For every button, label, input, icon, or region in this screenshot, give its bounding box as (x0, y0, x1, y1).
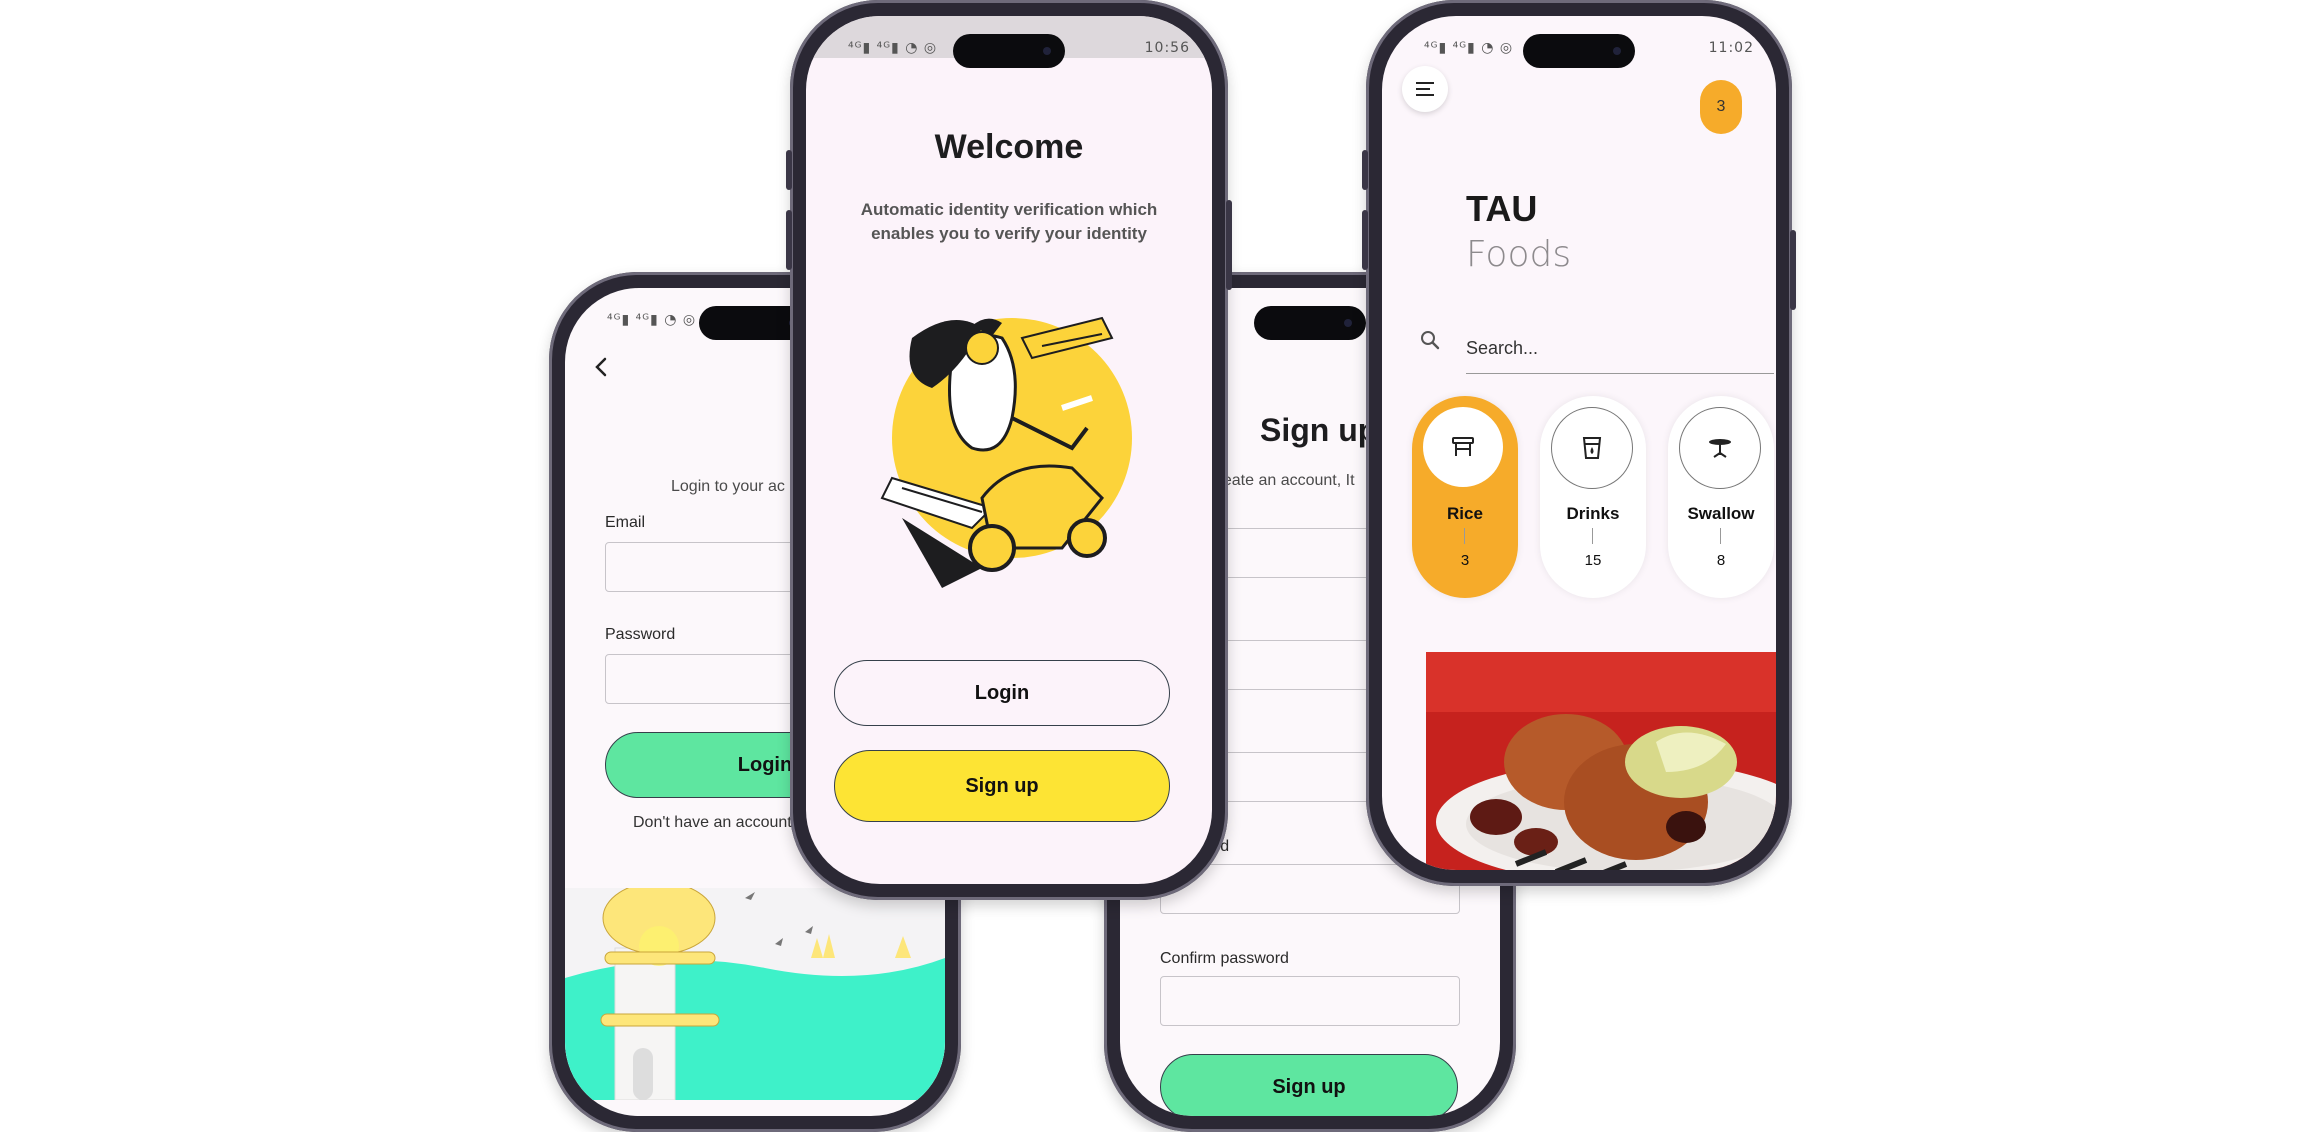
category-count: 15 (1584, 552, 1602, 569)
login-button[interactable]: Login (834, 660, 1170, 726)
no-account-text: Don't have an account (633, 814, 792, 831)
category-card-rice[interactable]: Rice 3 (1412, 396, 1518, 598)
email-label: Email (605, 514, 646, 531)
category-icon-circle (1423, 407, 1503, 487)
password-label: Password (605, 626, 676, 643)
page-title: Welcome (934, 128, 1084, 166)
confirm-password-field[interactable] (1160, 976, 1460, 1026)
category-divider (1720, 528, 1721, 544)
brand-subtitle: Foods (1466, 234, 1572, 275)
category-card-drinks[interactable]: Drinks 15 (1540, 396, 1646, 598)
food-photo-jollof-rice[interactable] (1426, 652, 1776, 870)
dynamic-island (953, 34, 1065, 68)
status-signal-icons: ⁴ᴳ▮ ⁴ᴳ▮ ◔ ◎ (1424, 40, 1514, 56)
category-divider (1464, 528, 1465, 544)
category-label: Rice (1447, 504, 1483, 523)
status-time: 10:56 (1144, 40, 1190, 56)
hamburger-menu-icon (1416, 82, 1434, 96)
search-icon (1421, 331, 1440, 350)
side-button (786, 210, 792, 270)
cart-count-badge[interactable]: 3 (1700, 80, 1742, 134)
page-subtitle: Create an account, It (1206, 472, 1355, 489)
category-label: Swallow (1687, 504, 1755, 523)
category-label: Drinks (1566, 504, 1620, 523)
page-subtitle: Automatic identity verification which en… (860, 200, 1158, 243)
lighthouse-illustration (565, 888, 945, 1100)
category-count: 8 (1716, 552, 1726, 569)
side-button (1790, 230, 1796, 310)
side-button (786, 150, 792, 190)
table-icon (1709, 439, 1731, 458)
category-card-swallow[interactable]: Swallow 8 (1668, 396, 1774, 598)
food-screen: ⁴ᴳ▮ ⁴ᴳ▮ ◔ ◎ 11:02 3 TAU Foods Search... … (1382, 16, 1776, 870)
status-signal-icons: ⁴ᴳ▮ ⁴ᴳ▮ ◔ ◎ (848, 40, 938, 56)
search-input[interactable] (1466, 334, 1774, 374)
scooter-delivery-illustration (880, 316, 1132, 588)
side-button (1362, 150, 1368, 190)
welcome-phone: ⁴ᴳ▮ ⁴ᴳ▮ ◔ ◎ 10:56 Welcome Automatic iden… (786, 0, 1232, 900)
category-icon-circle (1551, 407, 1633, 489)
page-title: Sign up (1260, 412, 1378, 448)
category-count: 3 (1460, 552, 1470, 569)
category-divider (1592, 528, 1593, 544)
status-time: 11:02 (1708, 40, 1754, 56)
confirm-password-label: Confirm password (1160, 950, 1289, 967)
dynamic-island (1254, 306, 1366, 340)
category-icon-circle (1679, 407, 1761, 489)
dynamic-island (1523, 34, 1635, 68)
rice-icon (1452, 437, 1474, 456)
brand-title: TAU (1466, 188, 1538, 229)
status-signal-icons: ⁴ᴳ▮ ⁴ᴳ▮ ◔ ◎ (607, 312, 697, 328)
back-arrow-icon[interactable] (591, 356, 613, 378)
food-phone: ⁴ᴳ▮ ⁴ᴳ▮ ◔ ◎ 11:02 3 TAU Foods Search... … (1362, 0, 1796, 886)
welcome-screen: ⁴ᴳ▮ ⁴ᴳ▮ ◔ ◎ 10:56 Welcome Automatic iden… (806, 16, 1212, 884)
side-button (1362, 210, 1368, 270)
drink-cup-icon (1582, 437, 1602, 459)
signup-button[interactable]: Sign up (1160, 1054, 1458, 1116)
side-button (1226, 200, 1232, 290)
menu-button[interactable] (1402, 66, 1448, 112)
signup-button[interactable]: Sign up (834, 750, 1170, 822)
page-subtitle: Login to your ac (671, 478, 785, 495)
